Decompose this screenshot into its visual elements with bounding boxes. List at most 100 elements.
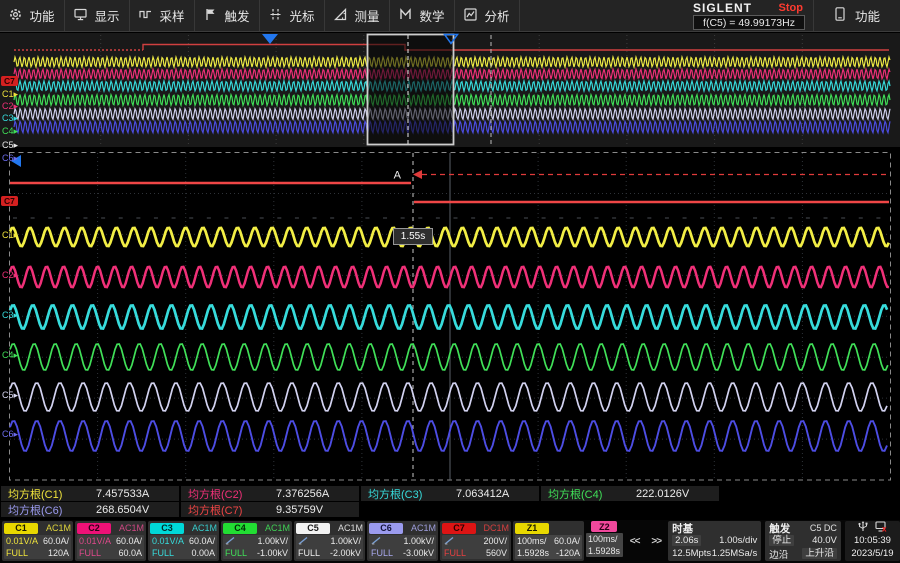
probe-icon — [225, 536, 236, 547]
channel-box-C4[interactable]: C4AC1M1.00kV/FULL-1.00kV — [221, 521, 292, 561]
c4-badge[interactable]: C4 — [223, 523, 257, 534]
trigger-type: 边沿 — [769, 547, 788, 561]
menu-item-label: 触发 — [224, 6, 249, 25]
channel-coupling: AC1M — [411, 523, 436, 533]
menu-item-acquire[interactable]: 采样 — [130, 0, 195, 31]
channel-range: 1.00kV/ — [257, 536, 288, 546]
display-icon — [74, 8, 87, 24]
channel-box-C1[interactable]: C1AC1M0.01V/A60.0A/FULL120A — [2, 521, 73, 561]
c1-badge[interactable]: C1 — [4, 523, 38, 534]
timebase-delay: 2.06s — [672, 535, 701, 546]
c5-badge[interactable]: C5 — [296, 523, 330, 534]
channel-scale: 0.01V/A — [152, 536, 184, 546]
zoom-channel-z2-box[interactable]: Z2 100ms/ 1.5928s — [586, 521, 623, 557]
menu-item-label: 采样 — [159, 6, 184, 25]
acquisition-status[interactable]: Stop — [779, 2, 803, 14]
channel-range: 60.0A/ — [116, 536, 142, 546]
channel-box-C2[interactable]: C2AC1M0.01V/A60.0A/FULL60.0A — [75, 521, 146, 561]
tablet-icon — [834, 7, 846, 24]
overview-label-C1: C1▸ — [2, 90, 18, 99]
channel-range: 1.00kV/ — [330, 536, 361, 546]
z2-timebase: 100ms/ — [588, 533, 621, 545]
status-bar: C1 AC1M 0.01V/A 60.0A/FULL 120A C2 AC1M 0.01V/A… — [0, 520, 900, 563]
menu-item-display[interactable]: 显示 — [65, 0, 130, 31]
c2-badge[interactable]: C2 — [77, 523, 111, 534]
menu-item-cursor[interactable]: 光标 — [260, 0, 325, 31]
channel-coupling: AC1M — [46, 523, 71, 533]
menu-bar: 功能 显示 采样 触发光标测量 数学分析 SIGLENT Stop f(C5) = 49… — [0, 0, 900, 32]
main-waveform-area[interactable]: A C7C1▸C2▸C3▸C4▸C5▸C6▸ 1.55s — [0, 147, 900, 485]
zoom-channel-z1-box[interactable]: Z1100ms/60.0A/1.5928s-120A — [513, 521, 584, 561]
marker-a-arrow-icon — [413, 170, 422, 179]
c6-badge[interactable]: C6 — [369, 523, 403, 534]
record-overview-strip[interactable]: C7C1▸C2▸C3▸C4▸C5▸C6▸ — [0, 33, 900, 147]
measurement-label: 均方根(C1) — [1, 486, 96, 502]
menu-item-analysis[interactable]: 分析 — [455, 0, 520, 31]
usb-icon — [858, 521, 868, 535]
trigger-box[interactable]: 触发 C5 DC 停止 40.0V 边沿 上升沿 — [765, 521, 841, 561]
c7-badge[interactable]: C7 — [442, 523, 476, 534]
trigger-flag-icon — [204, 8, 217, 24]
measurement-label: 均方根(C7) — [181, 502, 276, 518]
overview-waveforms — [0, 33, 900, 147]
timebase-box[interactable]: 时基 2.06s 1.00s/div 12.5Mpts 1.25MSa/s — [668, 521, 761, 561]
menu-item-function[interactable]: 功能 — [0, 0, 65, 31]
page-next-button[interactable]: >> — [648, 534, 664, 549]
zoom-window[interactable] — [368, 35, 454, 145]
channel-offset: -1.00kV — [257, 548, 288, 558]
channel-box-C7[interactable]: C7DC1M200V/FULL560V — [440, 521, 511, 561]
function-menu-button[interactable]: 功能 — [813, 0, 900, 31]
frequency-counter: f(C5) = 49.99173Hz — [693, 15, 805, 30]
measurement-value: 7.457533A — [96, 488, 149, 500]
z2-badge[interactable]: Z2 — [591, 521, 617, 532]
menu-items: 功能 显示 采样 触发光标测量 数学分析 — [0, 0, 520, 31]
main-label-C6: C6▸ — [2, 430, 18, 439]
c3-badge[interactable]: C3 — [150, 523, 184, 534]
channel-offset: 560V — [486, 548, 507, 558]
menu-item-label: 数学 — [419, 6, 444, 25]
z1-badge[interactable]: Z1 — [515, 523, 549, 534]
overview-label-C2: C2▸ — [2, 102, 18, 111]
page-prev-button[interactable]: << — [627, 534, 643, 549]
measurement-label: 均方根(C3) — [361, 486, 456, 502]
channel-offset: 60.0A — [118, 548, 142, 558]
menu-item-label: 显示 — [94, 6, 119, 25]
probe-icon — [371, 536, 382, 547]
main-label-C5: C5▸ — [2, 391, 18, 400]
channel-offset: 120A — [48, 548, 69, 558]
menu-item-measure[interactable]: 测量 — [325, 0, 390, 31]
measurement-C2[interactable]: 均方根(C2)7.376256A — [181, 486, 359, 501]
overview-wave-C7 — [143, 45, 889, 51]
channel-range: 1.00kV/ — [403, 536, 434, 546]
channel-box-C5[interactable]: C5AC1M1.00kV/FULL-2.00kV — [294, 521, 365, 561]
trigger-slope: 上升沿 — [802, 548, 837, 559]
main-wave-C3 — [10, 306, 887, 329]
z2-delay: 1.5928s — [588, 545, 621, 557]
measurement-C4[interactable]: 均方根(C4)222.0126V — [541, 486, 719, 501]
channel-box-C3[interactable]: C3AC1M0.01V/A60.0A/FULL0.00A — [148, 521, 219, 561]
main-waveforms: A — [0, 147, 900, 485]
analysis-icon — [464, 8, 477, 24]
trigger-source: C5 DC — [810, 523, 837, 533]
siglent-logo: SIGLENT — [693, 1, 752, 15]
channel-range: 60.0A/ — [43, 536, 69, 546]
measurement-C3[interactable]: 均方根(C3)7.063412A — [361, 486, 539, 501]
clock-date: 2023/5/19 — [845, 547, 900, 560]
channel-bandwidth: FULL — [6, 548, 28, 558]
menu-item-math[interactable]: 数学 — [390, 0, 455, 31]
timebase-rate: 1.25MSa/s — [712, 548, 757, 559]
channel-coupling: AC1M — [265, 523, 290, 533]
measurement-C1[interactable]: 均方根(C1)7.457533A — [1, 486, 179, 501]
menu-item-trigger[interactable]: 触发 — [195, 0, 260, 31]
measurement-C6[interactable]: 均方根(C6)268.6504V — [1, 502, 179, 517]
channel-coupling: DC1M — [483, 523, 509, 533]
timebase-header: 时基 — [672, 521, 693, 536]
z1-offset: -120A — [556, 548, 580, 558]
main-wave-C1 — [10, 228, 889, 246]
channel-scale: 0.01V/A — [79, 536, 111, 546]
measurement-label: 均方根(C6) — [1, 502, 96, 518]
channel-box-C6[interactable]: C6AC1M1.00kV/FULL-3.00kV — [367, 521, 438, 561]
channel-range: 60.0A/ — [189, 536, 215, 546]
main-label-C2: C2▸ — [2, 271, 18, 280]
measurement-C7[interactable]: 均方根(C7)9.35759V — [181, 502, 359, 517]
